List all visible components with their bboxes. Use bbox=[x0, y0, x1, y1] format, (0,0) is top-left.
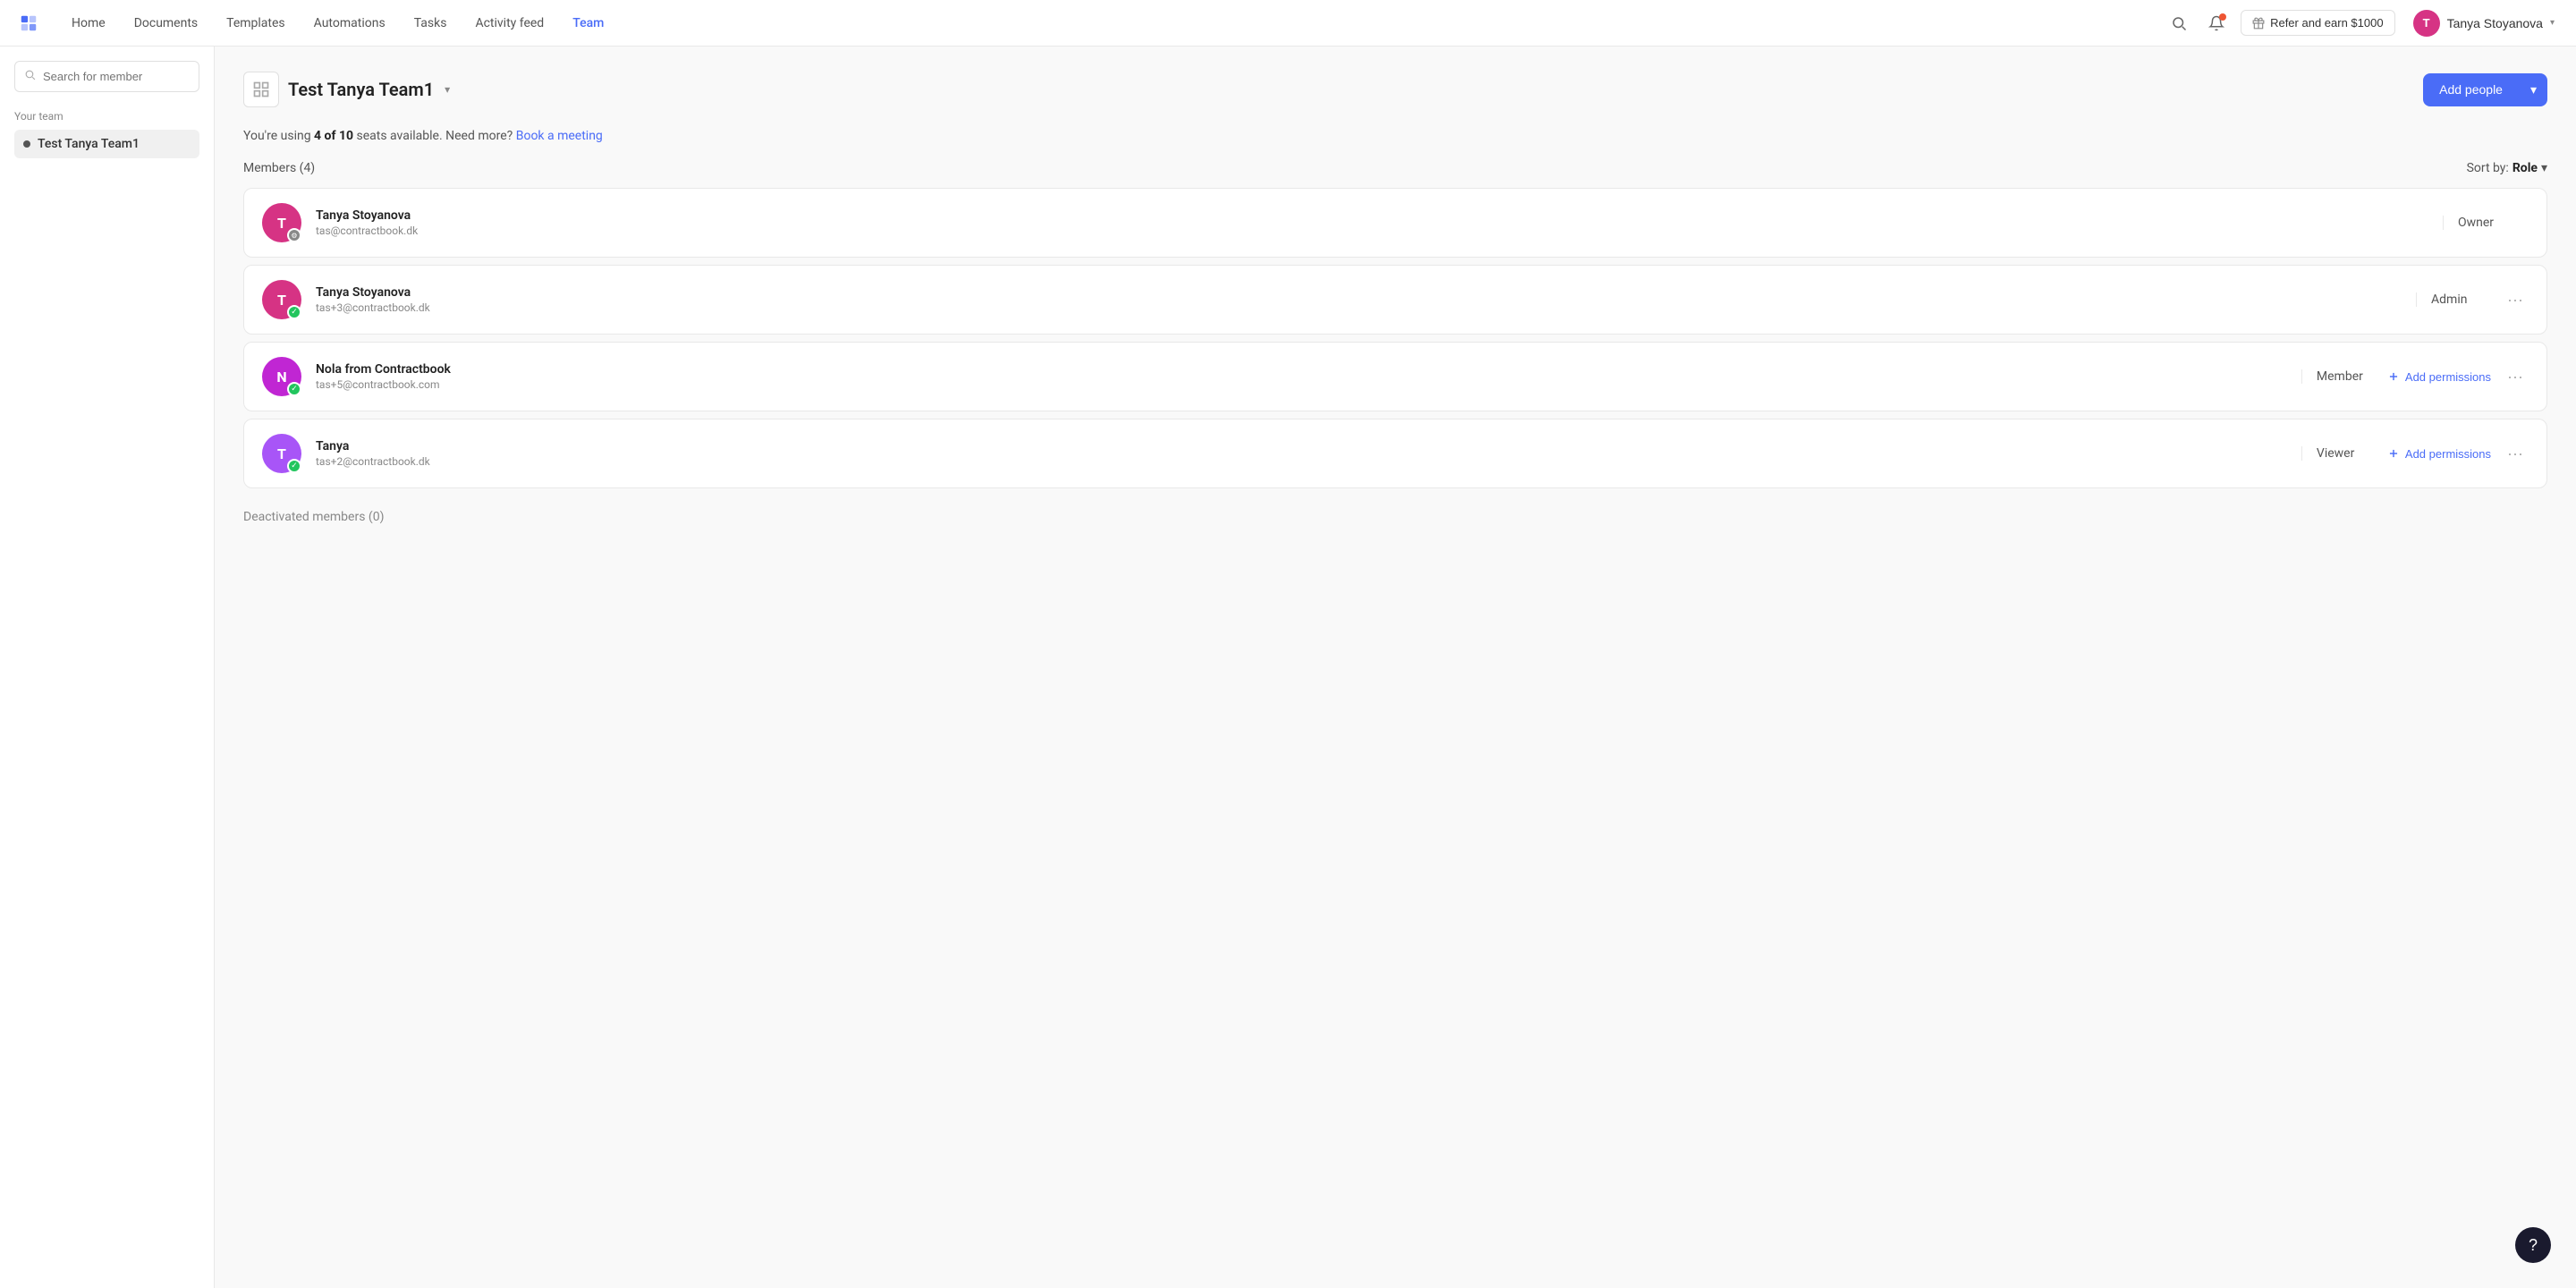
nav-links: Home Documents Templates Automations Tas… bbox=[57, 0, 2165, 47]
seats-count: 4 of 10 bbox=[314, 129, 353, 143]
member-email: tas+5@contractbook.com bbox=[316, 378, 2280, 391]
team-dropdown-icon[interactable]: ▾ bbox=[445, 83, 450, 96]
search-icon bbox=[2171, 15, 2187, 31]
notification-badge bbox=[2219, 13, 2226, 21]
search-input[interactable] bbox=[43, 70, 190, 83]
members-list: T ⚙ Tanya Stoyanova tas@contractbook.dk … bbox=[243, 188, 2547, 488]
nav-activity-feed[interactable]: Activity feed bbox=[461, 0, 558, 47]
sidebar: Your team Test Tanya Team1 bbox=[0, 47, 215, 1288]
user-avatar: T bbox=[2413, 10, 2440, 37]
member-email: tas+3@contractbook.dk bbox=[316, 301, 2394, 314]
user-menu-button[interactable]: T Tanya Stoyanova ▾ bbox=[2406, 6, 2562, 40]
sidebar-section-label: Your team bbox=[14, 110, 199, 123]
member-email: tas+2@contractbook.dk bbox=[316, 455, 2280, 468]
sidebar-team-label: Test Tanya Team1 bbox=[38, 137, 140, 151]
member-info: Tanya tas+2@contractbook.dk bbox=[316, 439, 2280, 468]
check-badge-icon: ✓ bbox=[287, 382, 301, 396]
member-name: Nola from Contractbook bbox=[316, 362, 2280, 377]
plus-icon bbox=[2387, 370, 2400, 383]
member-actions: Add permissions ··· bbox=[2387, 366, 2529, 388]
members-header: Members (4) Sort by: Role ▾ bbox=[243, 161, 2547, 175]
seats-suffix: seats available. Need more? bbox=[353, 129, 513, 143]
add-permissions-label: Add permissions bbox=[2405, 370, 2491, 384]
check-badge-icon: ✓ bbox=[287, 305, 301, 319]
search-button[interactable] bbox=[2165, 10, 2192, 37]
member-role: Member bbox=[2301, 369, 2373, 384]
more-options-button[interactable]: ··· bbox=[2502, 443, 2529, 465]
chevron-down-icon: ▾ bbox=[2550, 18, 2555, 28]
add-people-label: Add people bbox=[2423, 73, 2519, 106]
logo[interactable] bbox=[14, 9, 43, 38]
member-card: N ✓ Nola from Contractbook tas+5@contrac… bbox=[243, 342, 2547, 411]
member-info: Tanya Stoyanova tas@contractbook.dk bbox=[316, 208, 2421, 237]
search-icon bbox=[24, 69, 36, 84]
gift-icon bbox=[2252, 17, 2265, 30]
sort-chevron-icon: ▾ bbox=[2541, 161, 2547, 175]
main-content: Test Tanya Team1 ▾ Add people ▾ You're u… bbox=[215, 47, 2576, 1288]
member-actions: Add permissions ··· bbox=[2387, 443, 2529, 465]
member-name: Tanya Stoyanova bbox=[316, 285, 2394, 300]
add-permissions-label: Add permissions bbox=[2405, 447, 2491, 461]
team-icon bbox=[243, 72, 279, 107]
member-card: T ✓ Tanya tas+2@contractbook.dk Viewer A… bbox=[243, 419, 2547, 488]
check-badge-icon: ✓ bbox=[287, 459, 301, 473]
member-role: Owner bbox=[2443, 216, 2514, 230]
member-avatar-wrap: T ✓ bbox=[262, 434, 301, 473]
add-permissions-button[interactable]: Add permissions bbox=[2387, 447, 2491, 461]
more-options-button[interactable]: ··· bbox=[2502, 289, 2529, 311]
book-meeting-link[interactable]: Book a meeting bbox=[516, 129, 603, 143]
sidebar-item-team1[interactable]: Test Tanya Team1 bbox=[14, 130, 199, 158]
sort-control[interactable]: Sort by: Role ▾ bbox=[2467, 161, 2547, 175]
topnav-right-area: Refer and earn $1000 T Tanya Stoyanova ▾ bbox=[2165, 6, 2562, 40]
user-name: Tanya Stoyanova bbox=[2447, 16, 2543, 30]
member-info: Tanya Stoyanova tas+3@contractbook.dk bbox=[316, 285, 2394, 314]
help-button[interactable]: ? bbox=[2515, 1227, 2551, 1263]
more-options-button[interactable]: ··· bbox=[2502, 366, 2529, 388]
shield-badge-icon: ⚙ bbox=[287, 228, 301, 242]
member-info: Nola from Contractbook tas+5@contractboo… bbox=[316, 362, 2280, 391]
team-name: Test Tanya Team1 bbox=[288, 79, 434, 100]
seats-info: You're using 4 of 10 seats available. Ne… bbox=[243, 129, 2547, 143]
nav-team[interactable]: Team bbox=[558, 0, 618, 47]
seats-prefix: You're using bbox=[243, 129, 314, 143]
team-header: Test Tanya Team1 ▾ Add people ▾ bbox=[243, 72, 2547, 107]
nav-automations[interactable]: Automations bbox=[300, 0, 400, 47]
add-people-button[interactable]: Add people ▾ bbox=[2423, 73, 2547, 106]
refer-label: Refer and earn $1000 bbox=[2270, 16, 2383, 30]
plus-icon bbox=[2387, 447, 2400, 460]
nav-home[interactable]: Home bbox=[57, 0, 120, 47]
members-count-label: Members (4) bbox=[243, 161, 315, 175]
member-search-box[interactable] bbox=[14, 61, 199, 92]
team-dot-icon bbox=[23, 140, 30, 148]
add-permissions-button[interactable]: Add permissions bbox=[2387, 370, 2491, 384]
add-people-dropdown-icon[interactable]: ▾ bbox=[2520, 73, 2547, 106]
page-layout: Your team Test Tanya Team1 Test Tanya Te… bbox=[0, 47, 2576, 1288]
member-role: Viewer bbox=[2301, 446, 2373, 461]
member-card: T ⚙ Tanya Stoyanova tas@contractbook.dk … bbox=[243, 188, 2547, 258]
member-avatar-wrap: T ⚙ bbox=[262, 203, 301, 242]
sort-value: Role bbox=[2512, 161, 2538, 175]
nav-documents[interactable]: Documents bbox=[120, 0, 212, 47]
member-name: Tanya Stoyanova bbox=[316, 208, 2421, 223]
nav-templates[interactable]: Templates bbox=[212, 0, 300, 47]
member-email: tas@contractbook.dk bbox=[316, 225, 2421, 237]
member-avatar-wrap: T ✓ bbox=[262, 280, 301, 319]
nav-tasks[interactable]: Tasks bbox=[400, 0, 462, 47]
member-role: Admin bbox=[2416, 292, 2487, 307]
refer-earn-button[interactable]: Refer and earn $1000 bbox=[2241, 10, 2394, 36]
team-title-area: Test Tanya Team1 ▾ bbox=[243, 72, 450, 107]
member-name: Tanya bbox=[316, 439, 2280, 453]
sort-prefix: Sort by: bbox=[2467, 161, 2509, 175]
top-navigation: Home Documents Templates Automations Tas… bbox=[0, 0, 2576, 47]
member-actions: ··· bbox=[2502, 289, 2529, 311]
notifications-button[interactable] bbox=[2203, 10, 2230, 37]
member-avatar-wrap: N ✓ bbox=[262, 357, 301, 396]
deactivated-members-label: Deactivated members (0) bbox=[243, 510, 2547, 524]
member-card: T ✓ Tanya Stoyanova tas+3@contractbook.d… bbox=[243, 265, 2547, 335]
